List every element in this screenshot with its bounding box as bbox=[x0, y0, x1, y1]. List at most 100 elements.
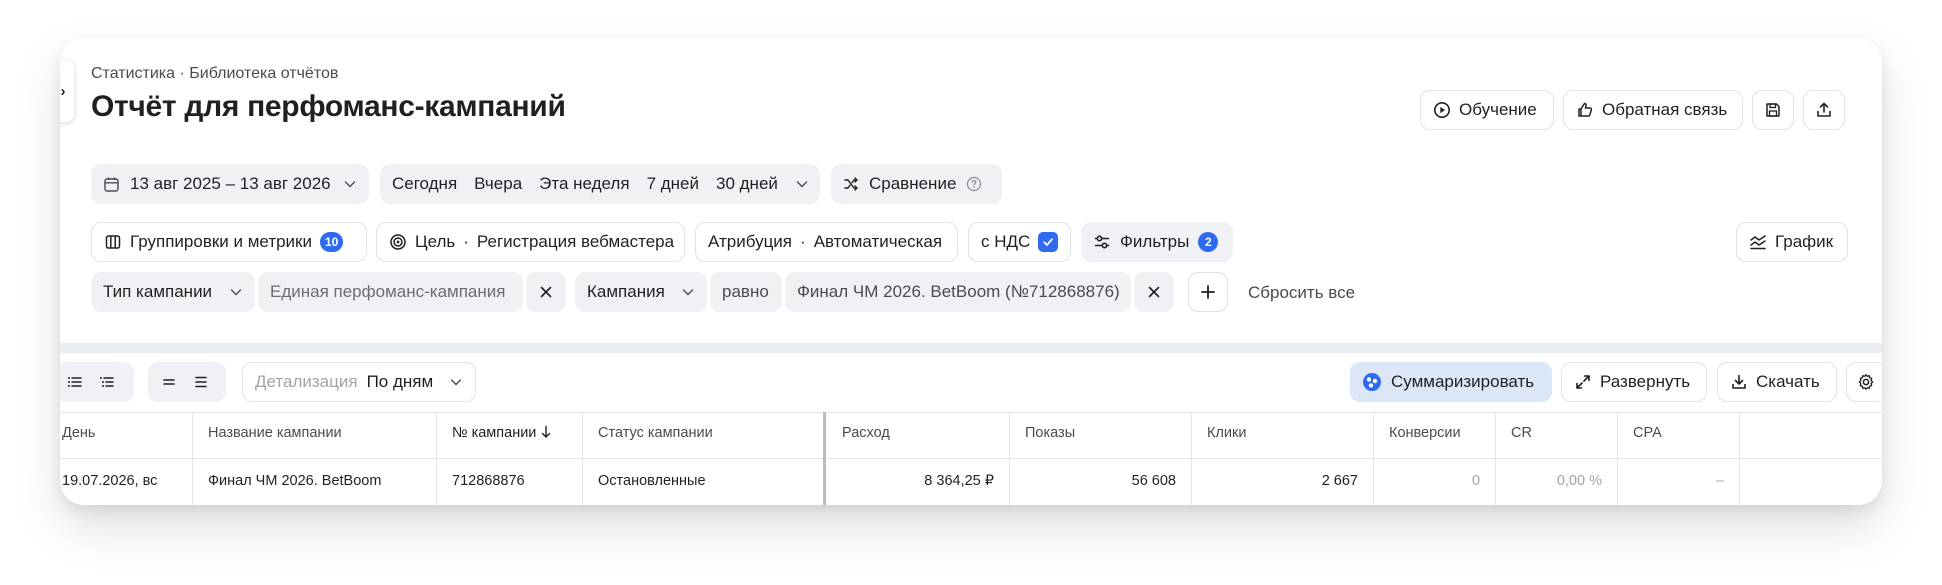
groupings-count-badge: 10 bbox=[320, 232, 344, 252]
sidebar-toggle[interactable]: › bbox=[60, 60, 74, 122]
groupings-label: Группировки и метрики bbox=[130, 232, 312, 251]
density-compact-icon[interactable] bbox=[160, 373, 178, 391]
help-icon[interactable] bbox=[966, 176, 982, 192]
column-header-cpa[interactable]: CPA bbox=[1633, 425, 1662, 441]
filter-campaign-type-field[interactable]: Тип кампании bbox=[91, 272, 255, 312]
column-header-clicks[interactable]: Клики bbox=[1207, 425, 1246, 441]
density-switch bbox=[148, 362, 226, 402]
chart-button[interactable]: График bbox=[1736, 222, 1848, 262]
breadcrumb-item-statistics[interactable]: Статистика bbox=[91, 65, 175, 82]
list-indent-icon[interactable] bbox=[98, 373, 116, 391]
filter-value-label: Единая перфоманс-кампания bbox=[270, 282, 506, 301]
attribution-selector[interactable]: Атрибуция · Автоматическая bbox=[695, 222, 958, 262]
download-button[interactable]: Скачать bbox=[1717, 362, 1837, 402]
column-header-cost[interactable]: Расход bbox=[842, 425, 890, 441]
filter-campaign-field[interactable]: Кампания bbox=[575, 272, 707, 312]
goal-label: Цель bbox=[415, 232, 456, 251]
date-range-picker[interactable]: 13 авг 2025 – 13 авг 2026 bbox=[91, 164, 369, 204]
goal-selector[interactable]: Цель · Регистрация вебмастера bbox=[376, 222, 685, 262]
frozen-columns-divider[interactable] bbox=[823, 412, 826, 505]
cell-campaign-id: 712868876 bbox=[452, 473, 525, 489]
period-30-days[interactable]: 30 дней bbox=[716, 174, 778, 194]
share-button[interactable] bbox=[1803, 90, 1845, 130]
settings-button[interactable] bbox=[1846, 362, 1882, 402]
check-icon bbox=[1043, 238, 1054, 246]
gear-icon bbox=[1858, 374, 1874, 390]
filter-field-label: Тип кампании bbox=[103, 282, 213, 301]
page-title: Отчёт для перфоманс-кампаний bbox=[91, 90, 566, 123]
attribution-value: Автоматическая bbox=[813, 232, 943, 251]
summarize-button[interactable]: Суммаризировать bbox=[1350, 362, 1552, 402]
vat-checkbox[interactable] bbox=[1038, 232, 1058, 252]
chevron-down-icon[interactable] bbox=[795, 177, 809, 191]
period-7-days[interactable]: 7 дней bbox=[647, 174, 699, 194]
column-header-impressions[interactable]: Показы bbox=[1025, 425, 1075, 441]
filters-button[interactable]: Фильтры 2 bbox=[1081, 222, 1233, 262]
groupings-metrics-button[interactable]: Группировки и метрики 10 bbox=[91, 222, 367, 262]
attribution-label: Атрибуция bbox=[708, 232, 793, 251]
target-icon bbox=[390, 234, 406, 250]
chevron-down-icon bbox=[344, 181, 356, 188]
filters-label: Фильтры bbox=[1120, 232, 1190, 251]
filter-campaign-remove[interactable] bbox=[1134, 272, 1174, 312]
add-filter-button[interactable] bbox=[1188, 272, 1228, 312]
thumbs-up-icon bbox=[1578, 102, 1593, 117]
filter-field-label: Кампания bbox=[587, 282, 665, 301]
detail-selector[interactable]: Детализация По дням bbox=[242, 362, 476, 402]
expand-button[interactable]: Развернуть bbox=[1561, 362, 1707, 402]
save-button[interactable] bbox=[1752, 90, 1794, 130]
cell-conversions: 0 bbox=[1471, 473, 1480, 489]
breadcrumb: Статистика · Библиотека отчётов bbox=[91, 65, 338, 83]
column-header-status[interactable]: Статус кампании bbox=[598, 425, 713, 441]
period-today[interactable]: Сегодня bbox=[392, 174, 457, 194]
detail-value: По дням bbox=[366, 372, 434, 391]
cell-cr: 0,00 % bbox=[1556, 473, 1602, 489]
cell-day: 19.07.2026, вс bbox=[62, 473, 158, 489]
goal-value: Регистрация вебмастера bbox=[476, 232, 675, 251]
save-icon bbox=[1766, 103, 1780, 117]
feedback-button[interactable]: Обратная связь bbox=[1563, 90, 1743, 130]
chevron-down-icon bbox=[230, 289, 242, 296]
feedback-label: Обратная связь bbox=[1602, 100, 1728, 119]
comparison-label: Сравнение bbox=[869, 174, 957, 193]
play-icon bbox=[1434, 102, 1450, 118]
column-header-cr[interactable]: CR bbox=[1511, 425, 1532, 441]
close-icon bbox=[540, 286, 552, 298]
filter-campaign-type-remove[interactable] bbox=[526, 272, 566, 312]
filter-campaign-value[interactable]: Финал ЧМ 2026. BetBoom (№712868876) bbox=[785, 272, 1131, 312]
vat-label: с НДС bbox=[981, 232, 1031, 251]
shuffle-icon bbox=[844, 177, 858, 191]
period-this-week[interactable]: Эта неделя bbox=[539, 174, 629, 194]
cell-campaign-name[interactable]: Финал ЧМ 2026. BetBoom bbox=[208, 473, 381, 489]
period-presets: Сегодня Вчера Эта неделя 7 дней 30 дней bbox=[380, 164, 820, 204]
vat-toggle[interactable]: с НДС bbox=[968, 222, 1071, 262]
filters-count-badge: 2 bbox=[1198, 232, 1219, 252]
view-mode-switch bbox=[60, 362, 134, 402]
learning-button[interactable]: Обучение bbox=[1420, 90, 1554, 130]
section-divider bbox=[60, 343, 1882, 353]
breadcrumb-item-library[interactable]: Библиотека отчётов bbox=[189, 65, 338, 82]
columns-icon bbox=[105, 235, 121, 249]
reset-all-link[interactable]: Сбросить все bbox=[1248, 283, 1355, 303]
sliders-icon bbox=[1094, 235, 1110, 249]
summarize-icon bbox=[1363, 373, 1381, 391]
list-icon[interactable] bbox=[66, 373, 84, 391]
comparison-toggle[interactable]: Сравнение bbox=[831, 164, 1002, 204]
period-yesterday[interactable]: Вчера bbox=[474, 174, 522, 194]
detail-label: Детализация bbox=[255, 372, 358, 391]
filter-campaign-operator[interactable]: равно bbox=[710, 272, 782, 312]
chevron-down-icon bbox=[450, 379, 462, 386]
density-normal-icon[interactable] bbox=[192, 373, 210, 391]
column-header-campaign-id[interactable]: № кампании bbox=[452, 425, 552, 441]
column-header-day[interactable]: День bbox=[62, 425, 95, 441]
cell-clicks: 2 667 bbox=[1321, 473, 1358, 489]
cell-impressions: 56 608 bbox=[1131, 473, 1176, 489]
calendar-icon bbox=[104, 177, 119, 192]
filter-campaign-type-value[interactable]: Единая перфоманс-кампания bbox=[258, 272, 523, 312]
column-header-campaign-name[interactable]: Название кампании bbox=[208, 425, 342, 441]
cell-status: Остановленные bbox=[598, 473, 706, 489]
cell-cost: 8 364,25 ₽ bbox=[924, 473, 994, 489]
expand-label: Развернуть bbox=[1600, 372, 1691, 391]
chart-icon bbox=[1750, 235, 1766, 250]
column-header-conversions[interactable]: Конверсии bbox=[1389, 425, 1461, 441]
